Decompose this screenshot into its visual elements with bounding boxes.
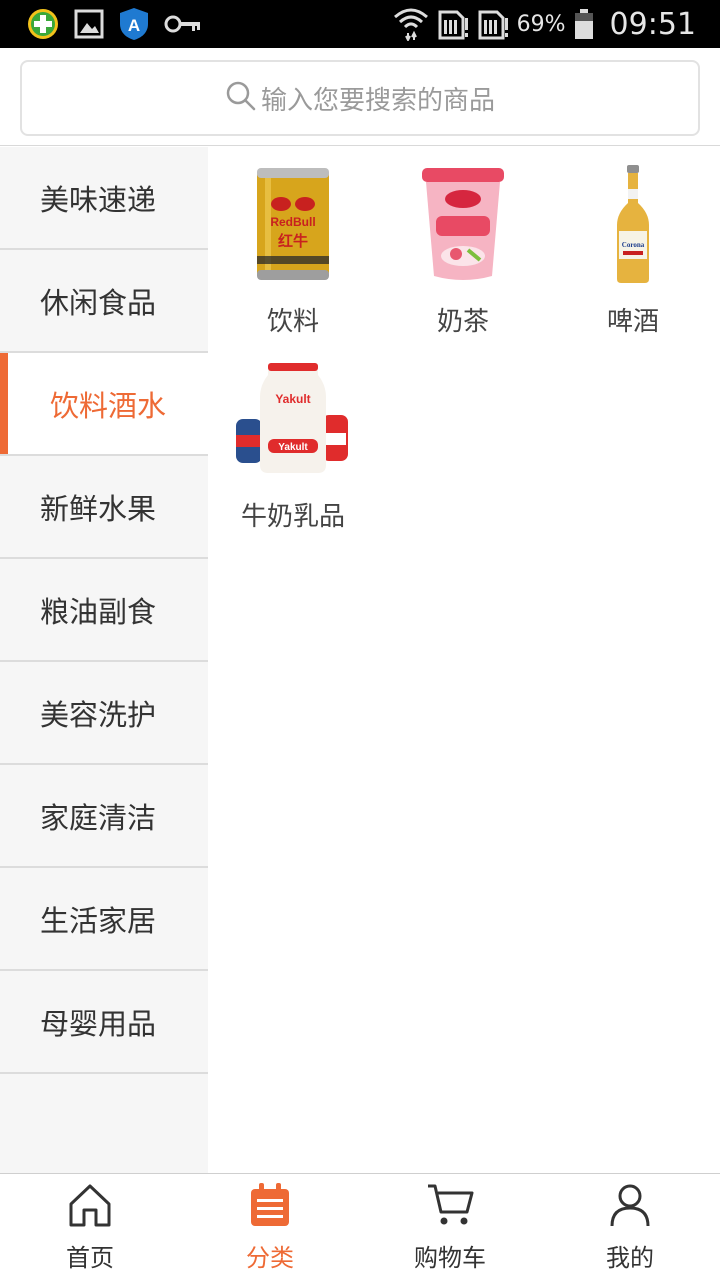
battery-percent: 69% [516,11,566,37]
milk-tea-cup-icon [378,157,548,291]
svg-text:Yakult: Yakult [275,392,310,406]
clock: 09:51 [609,6,696,42]
svg-text:RedBull: RedBull [270,215,315,229]
sidebar-item-home[interactable]: 生活家居 [0,868,208,971]
tab-home-label: 首页 [66,1243,114,1272]
home-icon [68,1182,112,1232]
wifi-icon [393,7,429,41]
sidebar-item-baby[interactable]: 母婴用品 [0,971,208,1074]
sidebar-item-meiwei[interactable]: 美味速递 [0,147,208,250]
user-icon [608,1182,652,1232]
svg-text:Yakult: Yakult [278,442,308,453]
tab-home[interactable]: 首页 [0,1174,180,1280]
tab-category-label: 分类 [246,1243,294,1272]
tab-profile[interactable]: 我的 [540,1174,720,1280]
plus-app-icon [26,7,60,41]
search-placeholder: 输入您要搜索的商品 [260,85,495,116]
subcategory-label: 啤酒 [606,307,659,337]
category-icon [248,1182,292,1232]
search-bar: 输入您要搜索的商品 [0,48,720,146]
gallery-icon [74,9,104,39]
subcategory-grid: RedBull 红牛 饮料 奶茶 Corona 啤酒 Yakult Yakult… [208,147,720,1173]
tab-category[interactable]: 分类 [180,1174,360,1280]
key-icon [164,13,202,35]
sidebar-item-xiuxian[interactable]: 休闲食品 [0,250,208,353]
battery-icon [574,8,594,40]
red-bull-can-icon: RedBull 红牛 [208,157,378,291]
beer-bottle-icon: Corona [548,157,718,291]
sidebar-item-grain-oil[interactable]: 粮油副食 [0,559,208,662]
tab-cart-label: 购物车 [414,1243,486,1272]
bottom-tab-bar: 首页 分类 购物车 我的 [0,1173,720,1280]
svg-text:Corona: Corona [622,241,645,249]
subcategory-item-drinks[interactable]: RedBull 红牛 饮料 [208,157,378,338]
sim-signal-icon [437,8,469,40]
sidebar-item-cleaning[interactable]: 家庭清洁 [0,765,208,868]
sidebar-item-drinks[interactable]: 饮料酒水 [0,353,208,456]
tab-cart[interactable]: 购物车 [360,1174,540,1280]
tab-profile-label: 我的 [606,1243,654,1272]
svg-text:红牛: 红牛 [278,232,308,250]
svg-text:A: A [128,16,140,35]
sidebar-item-fruit[interactable]: 新鲜水果 [0,456,208,559]
sidebar-item-beauty[interactable]: 美容洗护 [0,662,208,765]
search-input[interactable]: 输入您要搜索的商品 [20,60,700,136]
cart-icon [426,1182,474,1232]
subcategory-label: 饮料 [266,307,319,337]
search-icon [225,80,257,116]
subcategory-item-dairy[interactable]: Yakult Yakult 牛奶乳品 [208,352,378,533]
subcategory-label: 牛奶乳品 [240,502,345,532]
subcategory-label: 奶茶 [436,307,489,337]
subcategory-item-beer[interactable]: Corona 啤酒 [548,157,718,338]
shield-a-icon: A [118,6,150,42]
subcategory-item-milk-tea[interactable]: 奶茶 [378,157,548,338]
category-sidebar: 美味速递 休闲食品 饮料酒水 新鲜水果 粮油副食 美容洗护 家庭清洁 生活家居 … [0,147,208,1173]
yakult-bottles-icon: Yakult Yakult [208,352,378,486]
status-bar: A 69% 09:51 [0,0,720,48]
sim-signal-icon [477,8,509,40]
